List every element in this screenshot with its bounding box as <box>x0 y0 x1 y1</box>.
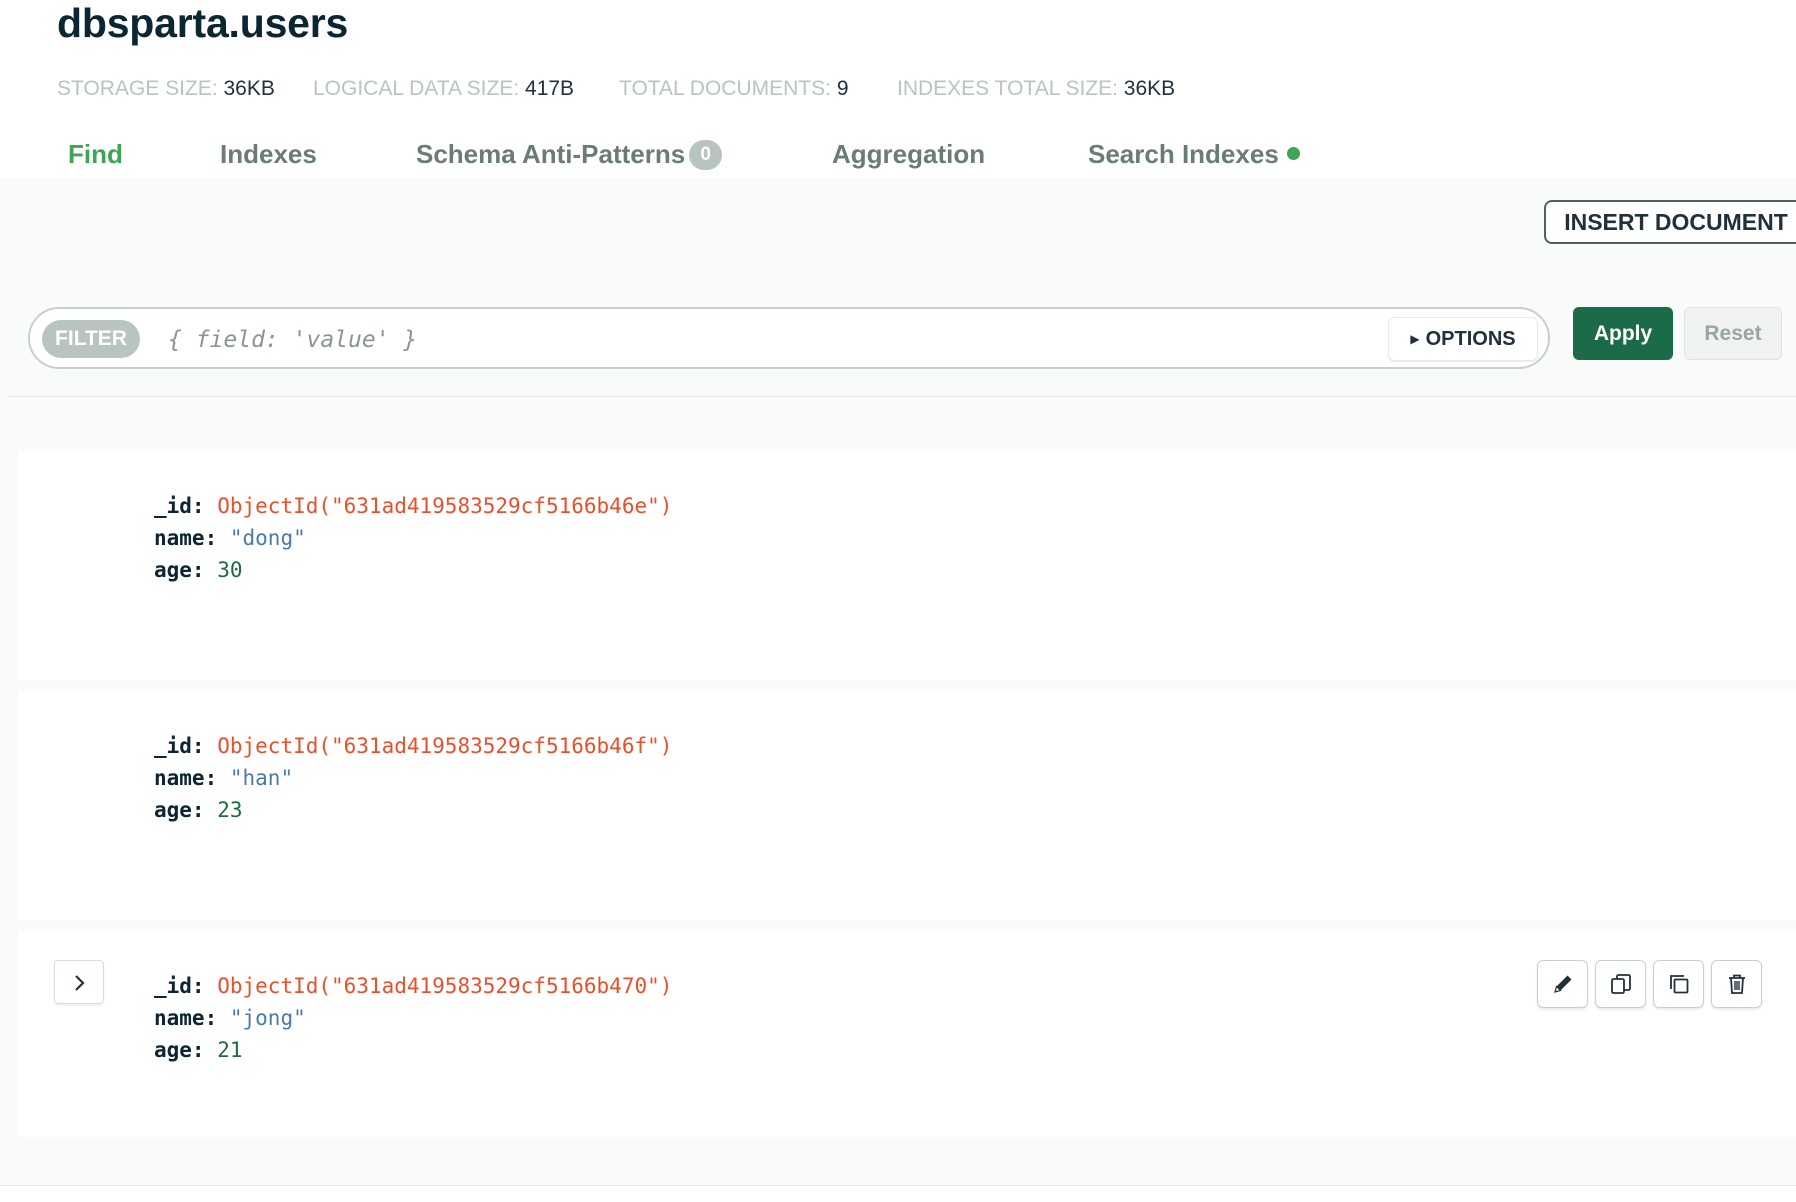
field-key: name: <box>154 1006 218 1030</box>
field-key: age: <box>154 558 205 582</box>
stat-storage-size: STORAGE SIZE: 36KB <box>57 77 275 101</box>
field-id: _id: ObjectId("631ad419583529cf5166b470"… <box>154 970 672 1002</box>
field-id: _id: ObjectId("631ad419583529cf5166b46f"… <box>154 730 672 762</box>
field-value: ObjectId("631ad419583529cf5166b46f") <box>217 734 673 758</box>
collection-title: dbsparta.users <box>57 0 349 46</box>
options-button[interactable]: ▶ OPTIONS <box>1388 317 1538 361</box>
field-value: 30 <box>217 558 243 582</box>
field-value: "jong" <box>229 1006 306 1030</box>
stat-key: LOGICAL DATA SIZE: <box>313 77 520 100</box>
field-key: age: <box>154 1038 205 1062</box>
field-key: name: <box>154 526 218 550</box>
field-value: "han" <box>229 766 294 790</box>
count-badge: 0 <box>689 140 723 170</box>
field-key: age: <box>154 798 205 822</box>
stat-key: TOTAL DOCUMENTS: <box>619 77 831 100</box>
field-age: age: 30 <box>154 554 672 586</box>
field-name: name: "dong" <box>154 522 672 554</box>
copy-document-button[interactable] <box>1595 960 1646 1008</box>
stat-key: STORAGE SIZE: <box>57 77 218 100</box>
pencil-icon <box>1553 975 1571 993</box>
edit-document-button[interactable] <box>1537 960 1588 1008</box>
tab-indexes[interactable]: Indexes <box>220 134 317 174</box>
field-age: age: 21 <box>154 1034 672 1066</box>
tab-find[interactable]: Find <box>68 134 123 174</box>
document-card: _id: ObjectId("631ad419583529cf5166b46f"… <box>18 691 1796 920</box>
expand-document-button[interactable] <box>54 960 104 1004</box>
field-name: name: "han" <box>154 762 672 794</box>
chevron-right-icon <box>75 975 85 991</box>
field-age: age: 23 <box>154 794 672 826</box>
document-fields: _id: ObjectId("631ad419583529cf5166b46e"… <box>154 490 672 586</box>
clone-document-button[interactable] <box>1653 960 1704 1008</box>
document-card: _id: ObjectId("631ad419583529cf5166b46e"… <box>18 451 1796 680</box>
tab-schema-anti-patterns[interactable]: Schema Anti-Patterns 0 <box>416 134 723 174</box>
field-value: "dong" <box>229 526 306 550</box>
field-name: name: "jong" <box>154 1002 672 1034</box>
filter-input[interactable] <box>166 321 1350 359</box>
field-key: _id: <box>154 494 205 518</box>
trash-icon <box>1728 974 1745 994</box>
stat-value: 9 <box>836 77 849 100</box>
field-key: _id: <box>154 974 205 998</box>
field-key: name: <box>154 766 218 790</box>
field-id: _id: ObjectId("631ad419583529cf5166b46e"… <box>154 490 672 522</box>
apply-button[interactable]: Apply <box>1573 307 1673 360</box>
document-fields: _id: ObjectId("631ad419583529cf5166b46f"… <box>154 730 672 826</box>
copy-icon <box>1610 974 1631 994</box>
tab-label: Schema Anti-Patterns <box>416 139 686 169</box>
tab-search-indexes[interactable]: Search Indexes <box>1088 134 1300 174</box>
document-card: _id: ObjectId("631ad419583529cf5166b470"… <box>18 931 1796 1137</box>
filter-bar: FILTER ▶ OPTIONS <box>28 307 1550 369</box>
reset-button[interactable]: Reset <box>1684 307 1782 360</box>
divider <box>8 396 1796 397</box>
document-actions <box>1537 960 1763 1008</box>
field-value: 23 <box>217 798 243 822</box>
delete-document-button[interactable] <box>1711 960 1762 1008</box>
document-fields: _id: ObjectId("631ad419583529cf5166b470"… <box>154 970 672 1066</box>
tab-aggregation[interactable]: Aggregation <box>832 134 985 174</box>
insert-document-button[interactable]: INSERT DOCUMENT <box>1544 200 1796 244</box>
clone-icon <box>1669 975 1688 994</box>
stat-key: INDEXES TOTAL SIZE: <box>897 77 1118 100</box>
stat-indexes-total-size: INDEXES TOTAL SIZE: 36KB <box>897 77 1175 101</box>
tab-label: Search Indexes <box>1088 139 1279 169</box>
field-value: ObjectId("631ad419583529cf5166b470") <box>217 974 673 998</box>
field-value: 21 <box>217 1038 243 1062</box>
collection-tabs: Find Indexes Schema Anti-Patterns 0 Aggre… <box>0 134 1796 174</box>
filter-label: FILTER <box>42 320 140 358</box>
caret-right-icon: ▶ <box>1410 332 1420 346</box>
status-dot-icon <box>1286 147 1300 160</box>
stat-value: 36KB <box>223 77 275 100</box>
field-key: _id: <box>154 734 205 758</box>
options-label: OPTIONS <box>1425 328 1516 350</box>
divider <box>0 1185 1796 1186</box>
stat-value: 36KB <box>1123 77 1176 100</box>
stat-logical-data-size: LOGICAL DATA SIZE: 417B <box>313 77 574 101</box>
stat-total-documents: TOTAL DOCUMENTS: 9 <box>619 77 849 101</box>
field-value: ObjectId("631ad419583529cf5166b46e") <box>217 494 673 518</box>
stat-value: 417B <box>525 77 575 100</box>
